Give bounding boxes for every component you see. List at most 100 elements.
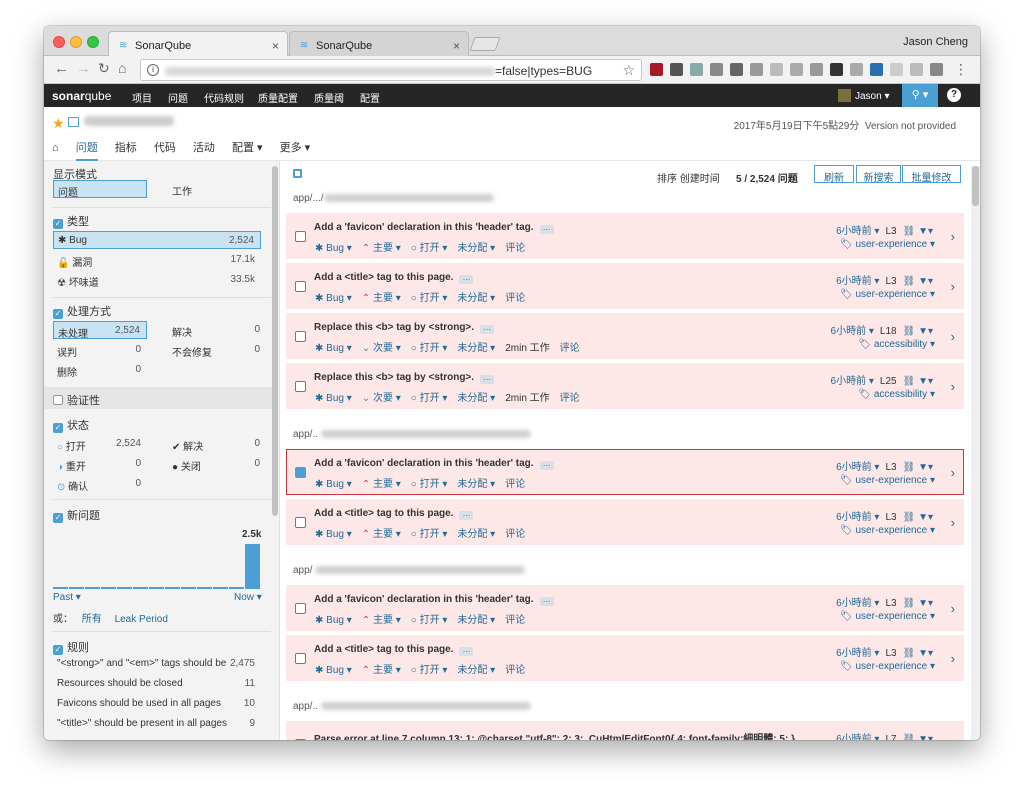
rule-item[interactable]: "<title>" should be present in all pages… — [53, 715, 261, 733]
issue-card[interactable]: Replace this <b> tag by <strong>. … ✱ Bug … — [286, 313, 964, 359]
link-icon[interactable]: ⛓ — [903, 734, 916, 740]
chart-bar[interactable] — [133, 587, 148, 589]
issue-checkbox[interactable] — [295, 739, 306, 740]
back-arrow-icon[interactable]: ← — [54, 60, 69, 77]
extension-icon[interactable] — [710, 63, 723, 76]
sort-by[interactable]: 排序 创建时间 — [657, 170, 720, 185]
issue-severity[interactable]: ⌃ 主要 ▾ — [362, 665, 401, 676]
issue-checkbox[interactable] — [295, 281, 306, 292]
chart-bar[interactable] — [149, 587, 164, 589]
extension-icon[interactable] — [810, 63, 823, 76]
chevron-right-icon[interactable]: › — [951, 515, 955, 530]
status-open[interactable]: ○ 打开 2,524 — [53, 435, 147, 453]
help-icon[interactable]: ? — [947, 88, 961, 102]
issue-status[interactable]: ○ 打开 ▾ — [411, 243, 448, 254]
chevron-right-icon[interactable]: › — [951, 601, 955, 616]
chevron-right-icon[interactable]: › — [951, 329, 955, 344]
issue-status[interactable]: ○ 打开 ▾ — [411, 665, 448, 676]
chart-bar[interactable] — [165, 587, 180, 589]
nav-quality-gates[interactable]: 质量阈 — [314, 90, 344, 105]
issue-status[interactable]: ○ 打开 ▾ — [411, 479, 448, 490]
reload-button[interactable]: 刷新 — [814, 165, 854, 184]
nav-projects[interactable]: 项目 — [132, 90, 152, 105]
issue-type[interactable]: ✱ Bug ▾ — [315, 479, 352, 490]
nav-rules[interactable]: 代码规则 — [204, 90, 244, 105]
issue-status[interactable]: ○ 打开 ▾ — [411, 393, 448, 404]
issue-severity[interactable]: ⌃ 主要 ▾ — [362, 293, 401, 304]
info-icon[interactable]: i — [147, 64, 159, 76]
status-closed[interactable]: ● 关闭 0 — [172, 455, 260, 473]
issue-status[interactable]: ○ 打开 ▾ — [411, 293, 448, 304]
issue-checkbox[interactable] — [295, 603, 306, 614]
comment-link[interactable]: 评论 — [560, 393, 580, 404]
link-icon[interactable]: ⛓ — [903, 226, 916, 237]
more-icon[interactable]: … — [539, 460, 554, 470]
sonarqube-logo[interactable]: sonarqube — [52, 89, 111, 103]
status-resolved[interactable]: ✔ 解决 0 — [172, 435, 260, 453]
new-issues-facet-header[interactable]: ✓ 新问题 — [53, 507, 100, 523]
issue-date[interactable]: 6小時前 ▾ — [831, 326, 874, 337]
extension-icon[interactable] — [910, 63, 923, 76]
more-icon[interactable]: … — [539, 596, 554, 606]
type-code-smell[interactable]: ☢ 坏味道 33.5k — [53, 271, 261, 289]
extension-icon[interactable] — [750, 63, 763, 76]
tab-activity[interactable]: 活动 — [193, 139, 215, 159]
now-dropdown[interactable]: Now ▾ — [234, 592, 262, 603]
scrollbar-thumb[interactable] — [972, 166, 979, 206]
browser-profile-name[interactable]: Jason Cheng — [903, 36, 968, 48]
issue-type[interactable]: ✱ Bug ▾ — [315, 529, 352, 540]
chart-bar[interactable] — [197, 587, 212, 589]
issue-severity[interactable]: ⌃ 主要 ▾ — [362, 243, 401, 254]
new-tab-button[interactable] — [469, 37, 501, 51]
issue-card-selected[interactable]: Add a 'favicon' declaration in this 'hea… — [286, 449, 964, 495]
issue-assignee[interactable]: 未分配 ▾ — [457, 343, 495, 354]
link-icon[interactable]: ⛓ — [903, 512, 916, 523]
link-icon[interactable]: ⛓ — [903, 376, 916, 387]
link-icon[interactable]: ⛓ — [903, 648, 916, 659]
issue-checkbox[interactable] — [295, 381, 306, 392]
filter-icon[interactable]: ▼▾ — [918, 734, 933, 740]
issue-message[interactable]: Parse error at line 7 column 13: 1: @cha… — [314, 730, 795, 740]
rule-item[interactable]: Resources should be closed 11 — [53, 675, 261, 693]
issue-date[interactable]: 6小時前 ▾ — [836, 462, 879, 473]
issue-status[interactable]: ○ 打开 ▾ — [411, 343, 448, 354]
issue-type[interactable]: ✱ Bug ▾ — [315, 343, 352, 354]
comment-link[interactable]: 评论 — [505, 243, 525, 254]
issue-card[interactable]: Add a <title> tag to this page. … ✱ Bug ▾ ⌃… — [286, 635, 964, 681]
main-scrollbar[interactable] — [971, 166, 980, 740]
chart-bar[interactable] — [213, 587, 228, 589]
more-icon[interactable]: … — [539, 224, 554, 234]
issue-severity[interactable]: ⌄ 次要 ▾ — [362, 393, 401, 404]
status-confirmed[interactable]: ⊙ 确认 0 — [53, 475, 147, 493]
filter-icon[interactable]: ▼▾ — [918, 512, 933, 523]
chart-bar[interactable] — [117, 587, 132, 589]
nav-issues[interactable]: 问题 — [168, 90, 188, 105]
chevron-right-icon[interactable]: › — [951, 279, 955, 294]
extension-icon[interactable] — [790, 63, 803, 76]
issue-type[interactable]: ✱ Bug ▾ — [315, 615, 352, 626]
resolution-false-positive[interactable]: 误判 0 — [53, 341, 147, 359]
search-button[interactable]: ⚲ ▾ — [902, 84, 938, 107]
extension-icon[interactable] — [870, 63, 883, 76]
chart-bar[interactable] — [69, 587, 84, 589]
home-icon[interactable]: ⌂ — [118, 60, 126, 76]
issue-card[interactable]: Add a 'favicon' declaration in this 'hea… — [286, 213, 964, 259]
issue-card[interactable]: Add a 'favicon' declaration in this 'hea… — [286, 585, 964, 631]
chart-bar[interactable] — [245, 544, 260, 589]
tab-more[interactable]: 更多 ▾ — [280, 139, 311, 159]
comment-link[interactable]: 评论 — [505, 479, 525, 490]
close-tab-icon[interactable]: × — [453, 39, 460, 53]
more-icon[interactable]: … — [459, 274, 474, 284]
issue-checkbox[interactable] — [295, 231, 306, 242]
component-path[interactable]: app/ — [293, 565, 526, 576]
comment-link[interactable]: 评论 — [505, 293, 525, 304]
close-window-button[interactable] — [53, 36, 65, 48]
rule-item[interactable]: Favicons should be used in all pages 10 — [53, 695, 261, 713]
issue-checkbox[interactable] — [295, 517, 306, 528]
extension-icon[interactable] — [730, 63, 743, 76]
issue-type[interactable]: ✱ Bug ▾ — [315, 665, 352, 676]
issue-severity[interactable]: ⌃ 主要 ▾ — [362, 479, 401, 490]
issue-date[interactable]: 6小時前 ▾ — [836, 734, 879, 740]
extension-icon[interactable] — [930, 63, 943, 76]
extension-icon[interactable] — [890, 63, 903, 76]
